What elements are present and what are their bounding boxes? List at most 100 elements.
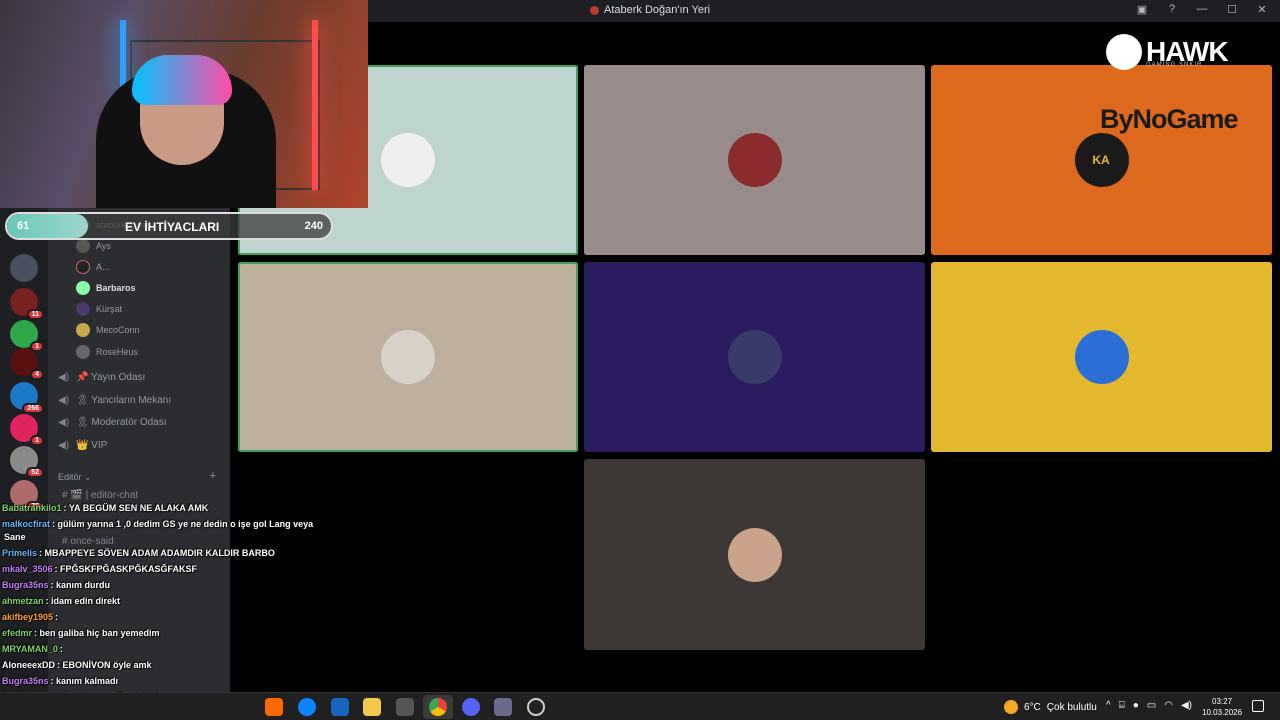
- app-icon[interactable]: [265, 698, 283, 716]
- chat-username: akifbey1905: [2, 612, 54, 622]
- text-channel[interactable]: # 🎬 | editör-chat: [62, 490, 138, 501]
- participant-avatar: [727, 527, 782, 582]
- screen: Ataberk Doğan'ın Yeri ▣ ? — ☐ ✕ 11 1 4 2…: [0, 0, 1280, 720]
- avatar: [76, 323, 90, 337]
- taskbar: 6°C Çok bulutlu ^ ⌸ ● ▭ ◠ ◀) 03:27 10.03…: [0, 692, 1280, 720]
- discord-icon[interactable]: [462, 698, 480, 716]
- window-title-text: Ataberk Doğan'ın Yeri: [604, 4, 711, 16]
- server-icon-2[interactable]: 1: [10, 320, 44, 352]
- chat-message: mkalv_3506: FPĞSKFPĞASKPĞKASĞFAKSF: [2, 564, 197, 574]
- folder-icon[interactable]: [363, 698, 381, 716]
- voice-channel[interactable]: ◀) 🎗 Yancıların Mekanı: [58, 395, 171, 406]
- chat-text: : kanım kalmadı: [50, 676, 119, 686]
- chat-message: MRYAMAN_0:: [2, 644, 63, 654]
- category-header[interactable]: Editör ⌄: [58, 472, 92, 483]
- server-icon-1[interactable]: 11: [10, 288, 44, 320]
- voice-member[interactable]: RoseHeus: [76, 345, 138, 359]
- chat-username: Bugra35ns: [2, 580, 49, 590]
- text-channel[interactable]: # once-said: [62, 536, 114, 547]
- close-button[interactable]: ✕: [1254, 3, 1270, 16]
- chat-message: Bugra35ns: kanım durdu: [2, 580, 110, 590]
- chat-username: Babatrankilo1: [2, 503, 62, 513]
- add-channel-icon[interactable]: +: [210, 470, 216, 482]
- hawk-logo: HAWK GAMING SNKIR: [1106, 34, 1229, 70]
- member-name: Kürşat: [96, 304, 123, 314]
- chat-username: malkocfirat: [2, 519, 51, 529]
- clock[interactable]: 03:27 10.03.2026: [1202, 696, 1242, 718]
- xbox-icon[interactable]: [396, 698, 414, 716]
- participant-tile[interactable]: [584, 65, 925, 255]
- maximize-button[interactable]: ☐: [1224, 3, 1240, 16]
- voice-channel[interactable]: ◀) 🎗 Moderatör Odası: [58, 417, 167, 428]
- server-icon-3[interactable]: 4: [10, 348, 44, 380]
- chat-username: Primelis: [2, 548, 38, 558]
- voice-member[interactable]: A...: [76, 260, 110, 274]
- voice-channel[interactable]: ◀) 👑 VIP: [58, 440, 107, 451]
- goal-title: EV İHTİYACLARI: [125, 220, 220, 234]
- webcam-overlay: [0, 0, 368, 208]
- tray-chevron-icon[interactable]: ^: [1106, 700, 1111, 711]
- wifi-icon[interactable]: ◠: [1164, 700, 1173, 711]
- chat-message: Sane: [2, 532, 26, 542]
- chat-message: Primelis: MBAPPEYE SÖVEN ADAM ADAMDIR KA…: [2, 548, 275, 558]
- server-icon-4[interactable]: 266: [10, 382, 44, 414]
- participant-tile[interactable]: [238, 262, 578, 452]
- voice-member[interactable]: Barbaros: [76, 281, 136, 295]
- participant-tile[interactable]: [931, 262, 1272, 452]
- chat-message: malkocfirat: gülüm yarına 1 ,0 dedim GS …: [2, 519, 313, 529]
- mic-icon[interactable]: ●: [1133, 700, 1139, 711]
- chat-text: : ben galiba hiç ban yemedim: [34, 628, 160, 638]
- app-icon[interactable]: [494, 698, 512, 716]
- voice-member[interactable]: Kürşat: [76, 302, 122, 316]
- weather-widget[interactable]: 6°C Çok bulutlu: [1004, 700, 1097, 714]
- chat-message: Babatrankilo1: YA BEGÜM SEN NE ALAKA AMK: [2, 503, 208, 513]
- outlook-icon[interactable]: [331, 698, 349, 716]
- volume-icon[interactable]: ◀): [1181, 700, 1192, 711]
- bynogame-logo: ByNoGame: [1100, 104, 1239, 134]
- voice-channel-name: 🎗 Yancıların Mekanı: [76, 395, 172, 406]
- display-icon[interactable]: ▭: [1147, 700, 1156, 711]
- member-name: RoseHeus: [96, 347, 139, 357]
- chat-text: : FPĞSKFPĞASKPĞKASĞFAKSF: [54, 564, 198, 574]
- server-icon-6[interactable]: 52: [10, 446, 44, 478]
- participant-avatar: [727, 330, 782, 384]
- voice-member[interactable]: Ays: [76, 239, 111, 253]
- window-controls: ▣ ? — ☐ ✕: [1134, 3, 1270, 16]
- avatar: [76, 345, 90, 359]
- avatar: [76, 239, 90, 253]
- member-name: Ays: [96, 241, 111, 251]
- inbox-icon[interactable]: ▣: [1134, 3, 1150, 16]
- hawk-icon: [1106, 34, 1142, 70]
- chat-username: MRYAMAN_0: [2, 644, 58, 654]
- server-badge: 4: [30, 369, 44, 380]
- network-icon[interactable]: ⌸: [1119, 700, 1125, 711]
- chat-text: :: [55, 612, 59, 622]
- chat-message: efedmr: ben galiba hiç ban yemedim: [2, 628, 160, 638]
- server-icon-5[interactable]: 1: [10, 414, 44, 446]
- obs-icon[interactable]: [527, 698, 545, 716]
- weather-icon: [1004, 700, 1018, 714]
- streamer-hair: [132, 55, 232, 105]
- speaker-icon: ◀): [58, 372, 70, 383]
- participant-tile[interactable]: [584, 262, 925, 452]
- member-name: Barbaros: [96, 283, 136, 293]
- edge-icon[interactable]: [298, 698, 316, 716]
- chat-message: ahmetzan: idam edin direkt: [2, 596, 120, 606]
- chat-text: : gülüm yarına 1 ,0 dedim GS ye ne dedin…: [52, 519, 314, 529]
- chat-username: mkalv_3506: [2, 564, 53, 574]
- chat-username: efedmr: [2, 628, 33, 638]
- help-icon[interactable]: ?: [1164, 3, 1180, 16]
- avatar: [76, 302, 90, 316]
- voice-channel[interactable]: ◀) 📌 Yayın Odası: [58, 372, 145, 383]
- notification-icon[interactable]: [1252, 700, 1264, 712]
- minimize-button[interactable]: —: [1194, 3, 1210, 16]
- channel-sidebar: ataberkdogan Ays A... Barbaros Kürşat Me…: [48, 200, 230, 695]
- voice-member[interactable]: MecoConn: [76, 323, 140, 337]
- chat-text: : idam edin direkt: [45, 596, 121, 606]
- chrome-icon[interactable]: [429, 698, 447, 716]
- participant-tile[interactable]: [584, 459, 925, 650]
- chat-username: Bugra35ns: [2, 676, 49, 686]
- chat-text: Sane: [4, 532, 26, 542]
- server-icon-0[interactable]: [10, 254, 38, 282]
- hawk-logo-subtitle: GAMING SNKIR: [1146, 62, 1203, 68]
